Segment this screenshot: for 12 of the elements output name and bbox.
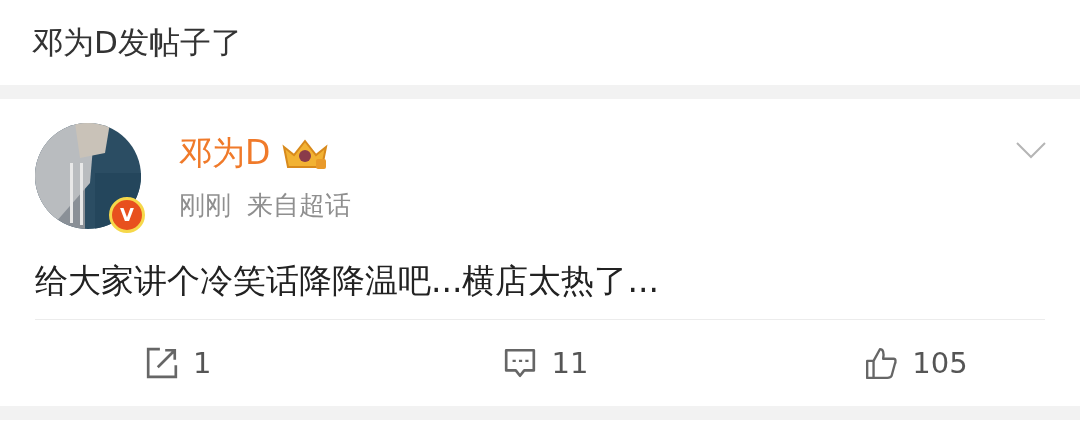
post-time: 刚刚 [179,189,231,222]
thumbs-up-icon[interactable] [864,346,899,380]
page-title: 邓为D发帖子了 [32,22,242,62]
action-count: 1 [193,346,212,380]
comment-icon[interactable] [503,346,538,380]
post-text: 给大家讲个冷笑话降降温吧...横店太热了... [35,233,1045,320]
share-icon[interactable] [145,346,179,380]
action-count: 11 [551,346,589,380]
post-source: 来自超话 [247,189,351,222]
action-count: 105 [912,346,968,380]
verified-badge: V [109,197,145,233]
author-name[interactable]: 邓为D [179,131,271,176]
